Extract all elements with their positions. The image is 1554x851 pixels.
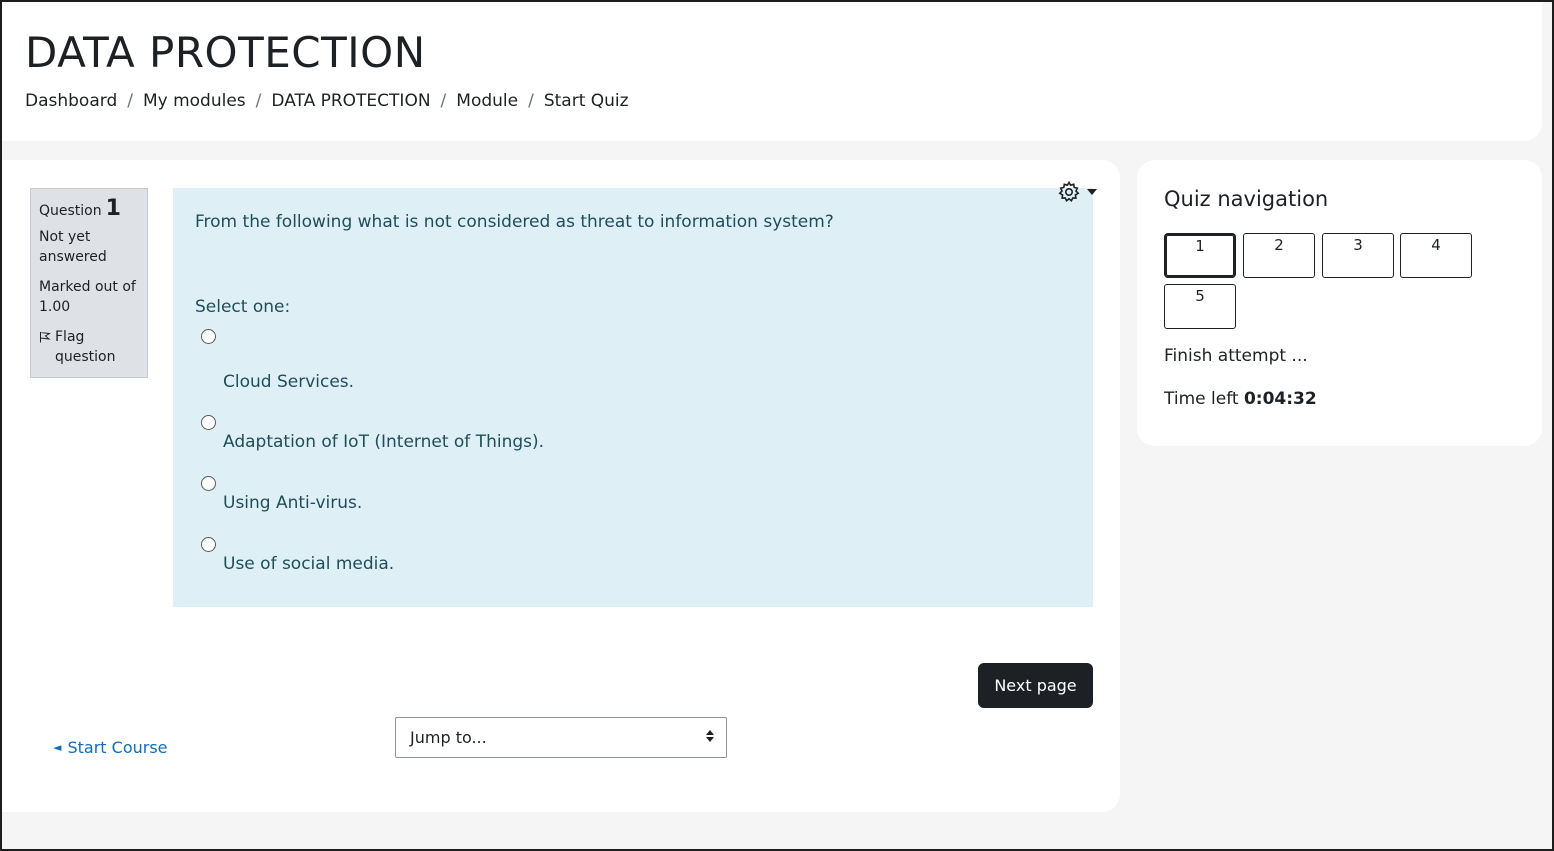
quiz-nav-button-4[interactable]: 4 (1400, 233, 1472, 278)
breadcrumb: Dashboard / My modules / DATA PROTECTION… (25, 91, 629, 111)
flag-question-toggle[interactable]: Flag question (39, 327, 139, 367)
flag-icon (40, 332, 51, 343)
breadcrumb-dashboard[interactable]: Dashboard (25, 91, 117, 111)
breadcrumb-separator: / (528, 91, 534, 111)
question-state: Not yet answered (39, 229, 107, 265)
answer-option[interactable]: Adaptation of IoT (Internet of Things). (201, 415, 544, 452)
jump-to-value: Jump to... (410, 728, 487, 747)
quiz-nav-button-5[interactable]: 5 (1164, 284, 1236, 329)
flag-question-label: Flag question (55, 329, 116, 365)
time-left-value: 0:04:32 (1243, 389, 1317, 409)
quiz-nav-button-1[interactable]: 1 (1164, 233, 1236, 278)
answer-label[interactable]: Cloud Services. (223, 372, 354, 392)
breadcrumb-separator: / (127, 91, 133, 111)
breadcrumb-my-modules[interactable]: My modules (143, 91, 246, 111)
finish-attempt-link[interactable]: Finish attempt ... (1164, 346, 1308, 366)
quiz-main-panel: Question 1 Not yet answered Marked out o… (2, 160, 1120, 812)
answer-label[interactable]: Using Anti-virus. (223, 493, 362, 513)
question-info-box: Question 1 Not yet answered Marked out o… (30, 188, 148, 378)
select-arrows-icon (706, 730, 714, 742)
page-header: DATA PROTECTION Dashboard / My modules /… (2, 2, 1542, 141)
breadcrumb-start-quiz[interactable]: Start Quiz (544, 91, 629, 111)
start-course-label[interactable]: Start Course (67, 738, 167, 757)
quiz-navigation-title: Quiz navigation (1164, 187, 1329, 211)
answer-option[interactable]: Using Anti-virus. (201, 476, 362, 513)
quiz-nav-button-3[interactable]: 3 (1322, 233, 1394, 278)
breadcrumb-course[interactable]: DATA PROTECTION (271, 91, 430, 111)
page-title: DATA PROTECTION (25, 28, 426, 77)
breadcrumb-module[interactable]: Module (456, 91, 518, 111)
answer-radio[interactable] (201, 476, 216, 491)
select-prompt: Select one: (195, 297, 291, 317)
answer-radio[interactable] (201, 329, 216, 344)
question-actions-menu[interactable] (1057, 180, 1097, 204)
start-course-link[interactable]: ◄ Start Course (53, 738, 168, 757)
question-number: 1 (105, 196, 121, 221)
triangle-left-icon: ◄ (53, 741, 62, 754)
quiz-nav-button-2[interactable]: 2 (1243, 233, 1315, 278)
gear-icon (1058, 180, 1080, 202)
question-label: Question (39, 203, 102, 219)
answer-label[interactable]: Adaptation of IoT (Internet of Things). (223, 432, 544, 452)
question-number-row: Question 1 (39, 196, 139, 221)
breadcrumb-separator: / (440, 91, 447, 111)
time-left: Time left 0:04:32 (1164, 389, 1317, 409)
answer-radio[interactable] (201, 415, 216, 430)
answer-label[interactable]: Use of social media. (223, 554, 394, 574)
next-page-button[interactable]: Next page (978, 663, 1093, 708)
answer-option[interactable]: Cloud Services. (201, 329, 354, 392)
question-text: From the following what is not considere… (195, 212, 834, 232)
breadcrumb-separator: / (255, 91, 262, 111)
answer-option[interactable]: Use of social media. (201, 537, 394, 574)
jump-to-select[interactable]: Jump to... (395, 717, 727, 758)
question-grade: Marked out of 1.00 (39, 279, 136, 315)
question-content: From the following what is not considere… (173, 180, 1097, 607)
time-left-label: Time left (1164, 389, 1244, 409)
quiz-navigation-panel: Quiz navigation 1 2 3 4 5 Finish attempt… (1137, 160, 1542, 446)
chevron-down-icon (1087, 189, 1097, 195)
answer-radio[interactable] (201, 537, 216, 552)
